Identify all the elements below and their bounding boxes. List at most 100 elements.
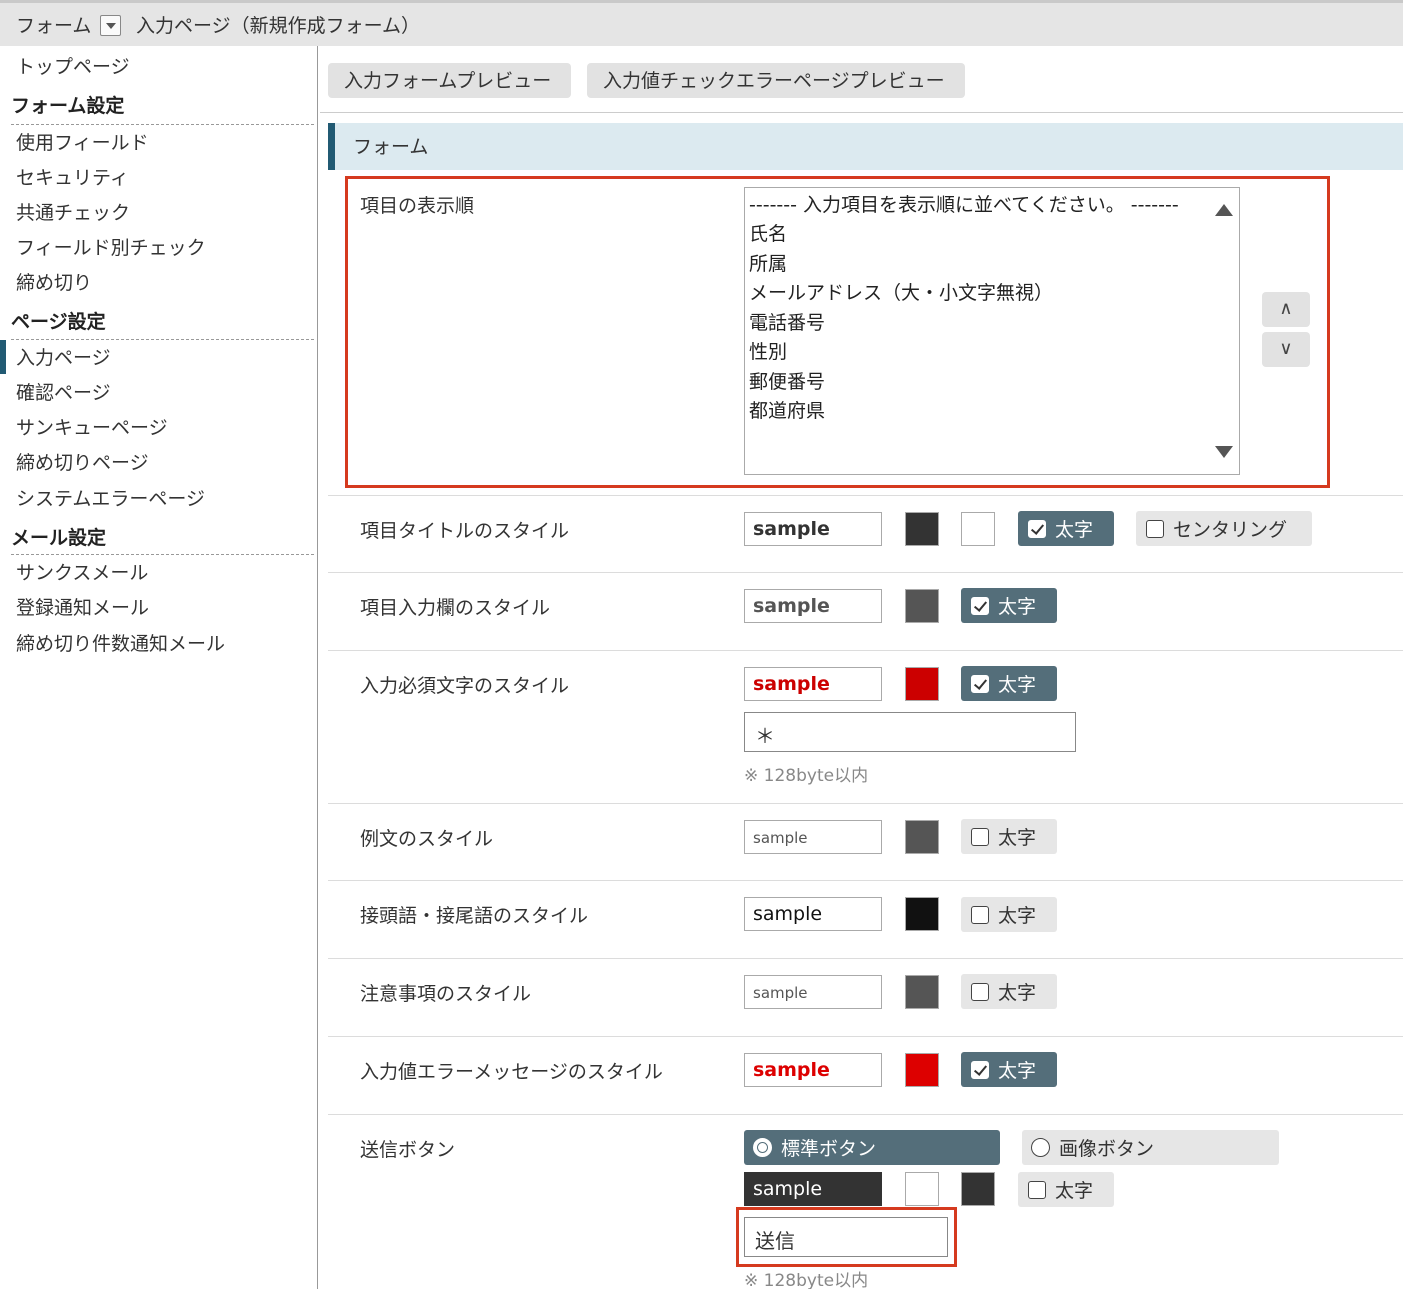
bold-checkbox[interactable]: 太字 [961,588,1057,623]
sidebar-item-count-mail[interactable]: 締め切り件数通知メール [16,629,225,656]
order-listbox[interactable]: ------- 入力項目を表示順に並べてください。 ------- 氏名 所属 … [744,187,1240,475]
caution-style-label: 注意事項のスタイル [360,983,532,1005]
centering-checkbox[interactable]: センタリング [1136,511,1312,546]
item-input-sample: sample [744,589,882,623]
list-item[interactable]: 都道府県 [749,396,825,423]
breadcrumb-page: 入力ページ（新規作成フォーム） [136,15,421,37]
divider [328,1036,1403,1037]
sidebar: トップページ フォーム設定 使用フィールド セキュリティ 共通チェック フィール… [0,46,318,1289]
sidebar-item-thanks-mail[interactable]: サンクスメール [16,558,148,585]
bg-color-swatch[interactable] [961,512,995,546]
radio-label: 画像ボタン [1059,1138,1155,1160]
error-page-preview-button[interactable]: 入力値チェックエラーページプレビュー [587,63,965,98]
scroll-down-icon[interactable] [1215,446,1233,458]
sidebar-item-fields[interactable]: 使用フィールド [16,128,149,155]
submit-text-input[interactable]: 送信 [744,1217,948,1257]
error-msg-sample: sample [744,1053,882,1087]
image-button-radio[interactable]: 画像ボタン [1022,1130,1279,1165]
scroll-up-icon[interactable] [1215,204,1233,216]
chevron-down-icon[interactable] [100,15,121,36]
list-item[interactable]: 電話番号 [749,308,825,335]
divider [328,880,1403,881]
sidebar-heading-mail: メール設定 [11,527,107,549]
checkbox-label: 太字 [998,596,1037,618]
sidebar-item-confirm-page[interactable]: 確認ページ [16,378,111,405]
checkbox-label: 太字 [998,982,1037,1004]
error-msg-style-label: 入力値エラーメッセージのスタイル [360,1061,663,1083]
submit-sample: sample [744,1172,882,1206]
sidebar-item-top[interactable]: トップページ [16,52,130,79]
breadcrumb: フォーム 入力ページ（新規作成フォーム） [0,0,1403,46]
divider [328,650,1403,651]
list-item[interactable]: ------- 入力項目を表示順に並べてください。 ------- [749,190,1179,217]
required-style-label: 入力必須文字のスタイル [360,675,570,697]
input-form-preview-button[interactable]: 入力フォームプレビュー [328,63,571,98]
divider [11,554,314,555]
divider [11,339,314,340]
sidebar-item-input-page[interactable]: 入力ページ [16,343,111,370]
required-sample: sample [744,667,882,701]
text-color-swatch[interactable] [905,512,939,546]
section-header: フォーム [328,123,1403,170]
caution-sample: sample [744,975,882,1009]
sidebar-item-error-page[interactable]: システムエラーページ [16,484,205,511]
checkbox-icon [971,828,989,846]
submit-button-label: 送信ボタン [360,1139,456,1161]
example-style-label: 例文のスタイル [360,828,494,850]
move-up-button[interactable]: ∧ [1262,292,1310,327]
sidebar-item-thanks-page[interactable]: サンキューページ [16,413,168,440]
list-item[interactable]: メールアドレス（大・小文字無視） [749,278,1053,305]
text-color-swatch[interactable] [905,1053,939,1087]
breadcrumb-form[interactable]: フォーム [16,11,91,38]
checkbox-label: 太字 [1055,1180,1094,1202]
text-color-swatch[interactable] [905,820,939,854]
bold-checkbox[interactable]: 太字 [961,974,1057,1009]
required-mark-input[interactable]: ＊ [744,712,1076,752]
sidebar-item-security[interactable]: セキュリティ [16,163,129,190]
text-color-swatch[interactable] [905,1172,939,1206]
bold-checkbox[interactable]: 太字 [961,666,1057,701]
active-indicator [0,340,6,374]
item-input-style-label: 項目入力欄のスタイル [360,597,551,619]
bg-color-swatch[interactable] [961,1172,995,1206]
divider [11,124,314,125]
bold-checkbox[interactable]: 太字 [961,819,1057,854]
checkbox-icon [971,983,989,1001]
list-item[interactable]: 氏名 [749,219,787,246]
divider [328,958,1403,959]
bold-checkbox[interactable]: 太字 [1018,511,1114,546]
sidebar-item-closed-page[interactable]: 締め切りページ [16,448,149,475]
move-down-button[interactable]: ∨ [1262,332,1310,367]
bold-checkbox[interactable]: 太字 [1018,1172,1114,1207]
sidebar-heading-form: フォーム設定 [11,95,125,117]
divider [328,572,1403,573]
divider [328,1114,1403,1115]
list-item[interactable]: 性別 [749,337,787,364]
list-item[interactable]: 所属 [749,249,787,276]
sidebar-item-common-check[interactable]: 共通チェック [16,198,130,225]
text-color-swatch[interactable] [905,589,939,623]
checkbox-checked-icon [971,1061,989,1079]
order-label: 項目の表示順 [360,195,475,217]
sidebar-item-field-check[interactable]: フィールド別チェック [16,233,206,260]
item-title-style-label: 項目タイトルのスタイル [360,520,570,542]
bold-checkbox[interactable]: 太字 [961,897,1057,932]
checkbox-checked-icon [1028,520,1046,538]
text-color-swatch[interactable] [905,975,939,1009]
item-title-sample: sample [744,512,882,546]
sidebar-item-deadline[interactable]: 締め切り [16,268,92,295]
text-color-swatch[interactable] [905,897,939,931]
text-color-swatch[interactable] [905,667,939,701]
section-title: フォーム [353,136,429,158]
checkbox-label: 太字 [1055,519,1094,541]
example-sample: sample [744,820,882,854]
bold-checkbox[interactable]: 太字 [961,1052,1057,1087]
standard-button-radio[interactable]: 標準ボタン [744,1130,1000,1165]
checkbox-checked-icon [971,675,989,693]
checkbox-label: 太字 [998,905,1037,927]
checkbox-icon [971,906,989,924]
divider [328,495,1403,496]
list-item[interactable]: 郵便番号 [749,367,825,394]
affix-sample: sample [744,897,882,931]
sidebar-item-notify-mail[interactable]: 登録通知メール [16,593,149,620]
